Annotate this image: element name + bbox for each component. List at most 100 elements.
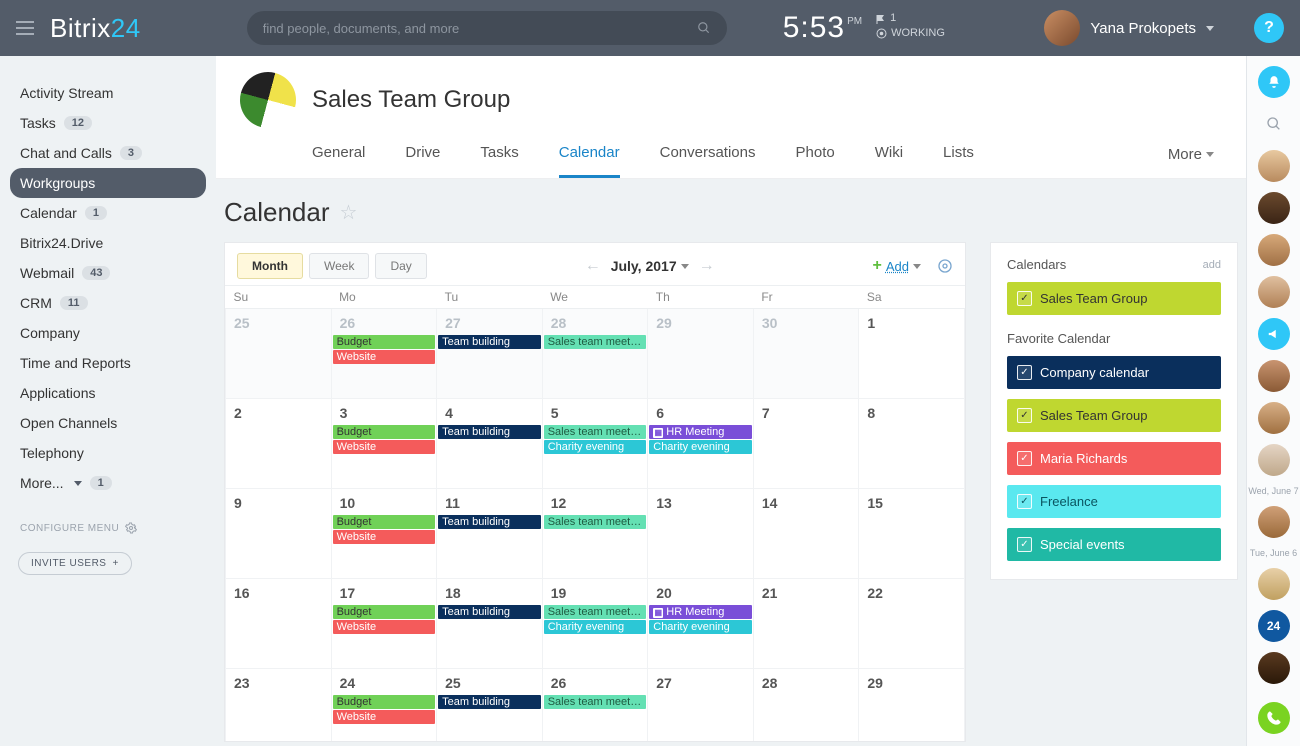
day-cell[interactable]: 26 Sales team meeting (542, 669, 648, 743)
day-cell[interactable]: 25 (226, 309, 332, 399)
calendar-toggle-sales-team-2[interactable]: ✓ Sales Team Group (1007, 399, 1221, 432)
day-cell[interactable]: 18 Team building (437, 579, 543, 669)
day-cell[interactable]: 29 (648, 309, 754, 399)
sidebar-item-applications[interactable]: Applications (10, 378, 206, 408)
day-cell[interactable]: 1 (859, 309, 965, 399)
sidebar-item-crm[interactable]: CRM11 (10, 288, 206, 318)
day-cell[interactable]: 14 (753, 489, 859, 579)
tab-more[interactable]: More (1168, 146, 1214, 177)
rail-contact[interactable] (1258, 444, 1290, 476)
rail-b24-button[interactable]: 24 (1258, 610, 1290, 642)
event-chip[interactable]: Sales team meeting (544, 605, 647, 619)
event-chip[interactable]: Budget (333, 425, 436, 439)
event-chip[interactable]: Sales team meeting (544, 515, 647, 529)
event-chip[interactable]: ▦HR Meeting (649, 425, 752, 439)
sidebar-item-activity-stream[interactable]: Activity Stream (10, 78, 206, 108)
day-cell[interactable]: 23 (226, 669, 332, 743)
call-button[interactable] (1258, 702, 1290, 734)
sidebar-item-chat[interactable]: Chat and Calls3 (10, 138, 206, 168)
event-chip[interactable]: Budget (333, 695, 436, 709)
prev-period-button[interactable]: ← (585, 257, 601, 275)
day-cell[interactable]: 28 Sales team meeting (542, 309, 648, 399)
day-cell[interactable]: 13 (648, 489, 754, 579)
day-cell[interactable]: 22 (859, 579, 965, 669)
tab-calendar[interactable]: Calendar (559, 144, 620, 178)
sidebar-item-tasks[interactable]: Tasks12 (10, 108, 206, 138)
day-cell[interactable]: 4 Team building (437, 399, 543, 489)
day-cell[interactable]: 6 ▦HR Meeting Charity evening (648, 399, 754, 489)
rail-contact[interactable] (1258, 192, 1290, 224)
calendar-toggle-company[interactable]: ✓ Company calendar (1007, 356, 1221, 389)
day-cell[interactable]: 29 (859, 669, 965, 743)
day-cell[interactable]: 28 (753, 669, 859, 743)
day-cell[interactable]: 12 Sales team meeting (542, 489, 648, 579)
tab-general[interactable]: General (312, 144, 365, 178)
period-selector[interactable]: July, 2017 (611, 258, 689, 274)
event-chip[interactable]: Budget (333, 605, 436, 619)
search-input[interactable] (263, 21, 697, 36)
calendar-toggle-freelance[interactable]: ✓ Freelance (1007, 485, 1221, 518)
rail-contact[interactable] (1258, 150, 1290, 182)
rail-announce-button[interactable] (1258, 318, 1290, 350)
day-cell[interactable]: 15 (859, 489, 965, 579)
event-chip[interactable]: Charity evening (544, 440, 647, 454)
configure-menu-button[interactable]: CONFIGURE MENU (10, 522, 206, 534)
day-cell[interactable]: 26 Budget Website (331, 309, 437, 399)
add-event-button[interactable]: + Add (873, 257, 921, 275)
event-chip[interactable]: Team building (438, 335, 541, 349)
day-cell[interactable]: 2 (226, 399, 332, 489)
event-chip[interactable]: Budget (333, 335, 436, 349)
user-menu[interactable]: Yana Prokopets (1044, 10, 1214, 46)
event-chip[interactable]: Sales team meeting (544, 425, 647, 439)
view-day-button[interactable]: Day (375, 253, 426, 279)
event-chip[interactable]: Website (333, 620, 436, 634)
event-chip[interactable]: Team building (438, 515, 541, 529)
tab-wiki[interactable]: Wiki (875, 144, 903, 178)
event-chip[interactable]: Sales team meeting (544, 695, 647, 709)
day-cell[interactable]: 5 Sales team meeting Charity evening (542, 399, 648, 489)
sidebar-item-workgroups[interactable]: Workgroups (10, 168, 206, 198)
sidebar-item-drive[interactable]: Bitrix24.Drive (10, 228, 206, 258)
day-cell[interactable]: 16 (226, 579, 332, 669)
tab-conversations[interactable]: Conversations (660, 144, 756, 178)
event-chip[interactable]: Website (333, 530, 436, 544)
invite-users-button[interactable]: INVITE USERS + (18, 552, 132, 575)
rail-search-button[interactable] (1258, 108, 1290, 140)
event-chip[interactable]: Website (333, 350, 436, 364)
event-chip[interactable]: Team building (438, 605, 541, 619)
rail-contact[interactable] (1258, 234, 1290, 266)
event-chip[interactable]: Budget (333, 515, 436, 529)
event-chip[interactable]: ▦HR Meeting (649, 605, 752, 619)
rail-contact[interactable] (1258, 652, 1290, 684)
event-chip[interactable]: Charity evening (649, 620, 752, 634)
event-chip[interactable]: Website (333, 710, 436, 724)
day-cell[interactable]: 27 Team building (437, 309, 543, 399)
day-cell[interactable]: 19 Sales team meeting Charity evening (542, 579, 648, 669)
favorite-star-icon[interactable]: ☆ (340, 200, 358, 225)
next-period-button[interactable]: → (699, 257, 715, 275)
sidebar-item-calendar[interactable]: Calendar1 (10, 198, 206, 228)
event-chip[interactable]: Team building (438, 425, 541, 439)
rail-contact[interactable] (1258, 402, 1290, 434)
event-chip[interactable]: Charity evening (649, 440, 752, 454)
rail-contact[interactable] (1258, 276, 1290, 308)
global-search[interactable] (247, 11, 727, 45)
day-cell[interactable]: 25 Team building (437, 669, 543, 743)
event-chip[interactable]: Website (333, 440, 436, 454)
calendar-settings-icon[interactable] (937, 258, 953, 274)
calendar-toggle-special[interactable]: ✓ Special events (1007, 528, 1221, 561)
day-cell[interactable]: 21 (753, 579, 859, 669)
day-cell[interactable]: 20 ▦HR Meeting Charity evening (648, 579, 754, 669)
brand-logo[interactable]: Bitrix24 (50, 13, 141, 44)
day-cell[interactable]: 9 (226, 489, 332, 579)
sidebar-item-company[interactable]: Company (10, 318, 206, 348)
view-week-button[interactable]: Week (309, 253, 369, 279)
notifications-button[interactable] (1258, 66, 1290, 98)
day-cell[interactable]: 17 Budget Website (331, 579, 437, 669)
day-cell[interactable]: 24 Budget Website (331, 669, 437, 743)
help-button[interactable]: ? (1254, 13, 1284, 43)
sidebar-item-open-channels[interactable]: Open Channels (10, 408, 206, 438)
event-chip[interactable]: Sales team meeting (544, 335, 647, 349)
day-cell[interactable]: 11 Team building (437, 489, 543, 579)
clock-widget[interactable]: 5:53 PM 1 WORKING (783, 13, 945, 43)
